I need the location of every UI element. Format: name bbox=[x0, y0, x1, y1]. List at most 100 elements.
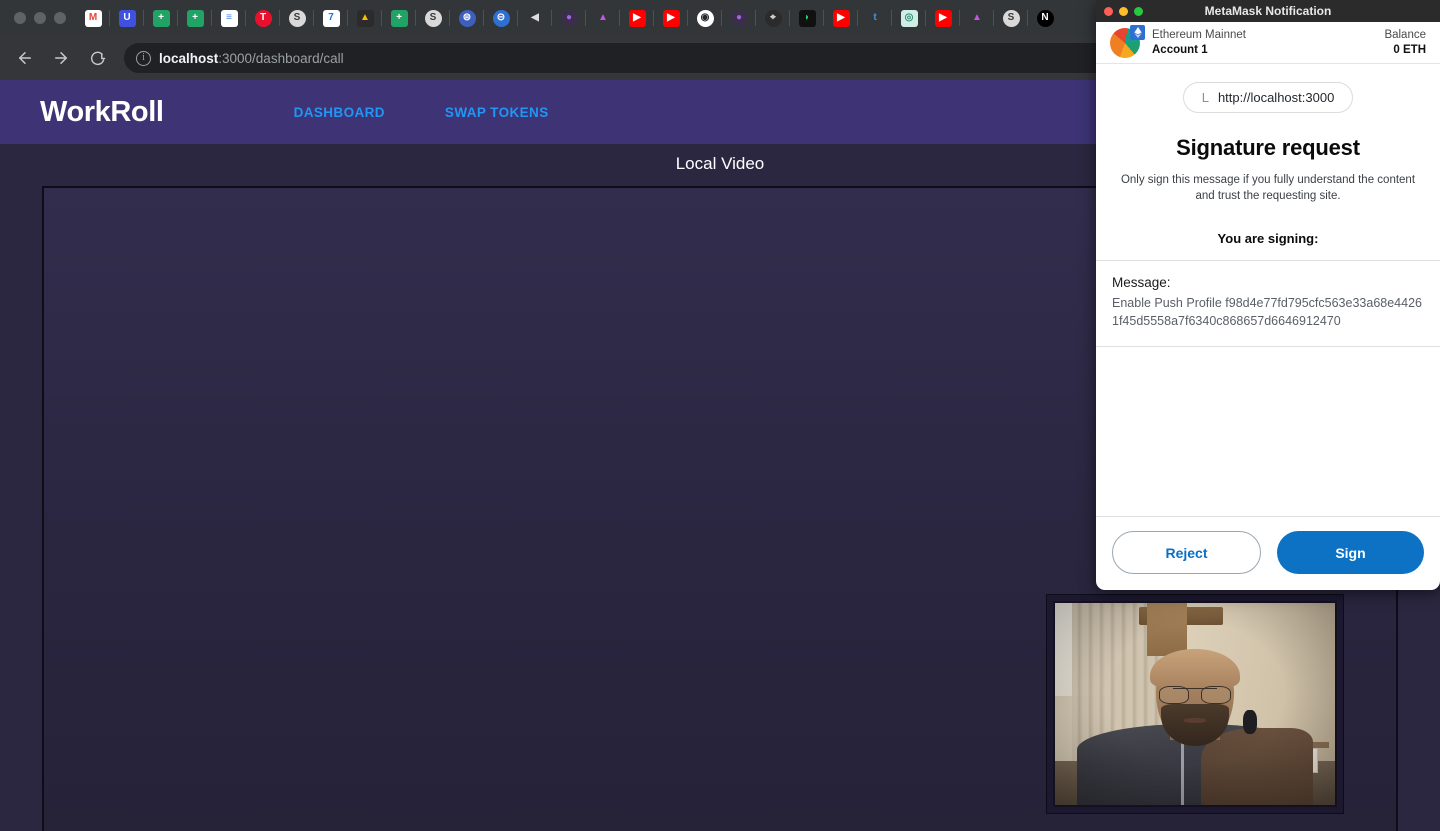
nav-link-swap-tokens[interactable]: SWAP TOKENS bbox=[445, 105, 549, 120]
pinned-tab-github[interactable]: ◉ bbox=[688, 3, 722, 33]
pinned-tab-purple-orb-2[interactable]: ● bbox=[722, 3, 756, 33]
requesting-site-pill: L http://localhost:3000 bbox=[1182, 82, 1354, 113]
bell-purple-icon: ▲ bbox=[594, 9, 612, 27]
reload-icon[interactable] bbox=[82, 43, 112, 73]
metamask-action-bar: Reject Sign bbox=[1096, 516, 1440, 590]
google-docs-icon: ≡ bbox=[220, 9, 238, 27]
pinned-tab-youtube-4[interactable]: ▶ bbox=[926, 3, 960, 33]
pinned-tab-google-sheets-3[interactable]: + bbox=[382, 3, 416, 33]
pinned-tab-purple-orb[interactable]: ● bbox=[552, 3, 586, 33]
metamask-balance-label: Balance bbox=[1384, 29, 1426, 42]
metamask-account-name[interactable]: Account 1 bbox=[1152, 43, 1246, 57]
speaker-icon: ◀ bbox=[526, 9, 544, 27]
pinned-tab-leaf-green[interactable]: ◗ bbox=[790, 3, 824, 33]
scene-vignette bbox=[1055, 603, 1335, 805]
you-are-signing-label: You are signing: bbox=[1217, 230, 1319, 246]
metamask-traffic-lights bbox=[1096, 6, 1143, 16]
browser-zoom-button[interactable] bbox=[54, 12, 66, 24]
pinned-tab-gmail[interactable]: M bbox=[76, 3, 110, 33]
pinned-tab-youtube-2[interactable]: ▶ bbox=[654, 3, 688, 33]
address-bar-host: localhost bbox=[159, 50, 219, 66]
pinned-tab-google-calendar[interactable]: 7 bbox=[314, 3, 348, 33]
local-video-thumbnail-container[interactable] bbox=[1046, 594, 1344, 814]
nav-link-dashboard[interactable]: DASHBOARD bbox=[294, 105, 385, 120]
google-drive-icon: ▲ bbox=[356, 9, 374, 27]
address-bar-path: :3000/dashboard/call bbox=[218, 50, 344, 66]
reject-button[interactable]: Reject bbox=[1112, 531, 1261, 574]
youtube-2-icon: ▶ bbox=[662, 9, 680, 27]
google-calendar-icon: 7 bbox=[322, 9, 340, 27]
github-icon: ◉ bbox=[696, 9, 714, 27]
site-info-icon[interactable]: i bbox=[136, 50, 151, 66]
gmail-icon: M bbox=[84, 9, 102, 27]
swirl-app-3-icon: S bbox=[1002, 9, 1020, 27]
pinned-tab-swirl-app-3[interactable]: S bbox=[994, 3, 1028, 33]
metamask-close-button[interactable] bbox=[1104, 6, 1113, 16]
pinned-tab-nextjs[interactable]: N bbox=[1028, 3, 1062, 33]
udemy-icon: U bbox=[118, 9, 136, 27]
signature-request-subtitle: Only sign this message if you fully unde… bbox=[1120, 174, 1416, 202]
pinned-tab-google-drive[interactable]: ▲ bbox=[348, 3, 382, 33]
leaf-green-icon: ◗ bbox=[798, 9, 816, 27]
metamask-network-name[interactable]: Ethereum Mainnet bbox=[1152, 28, 1246, 42]
pinned-tab-teal-app[interactable]: ◎ bbox=[892, 3, 926, 33]
bell-purple-2-icon: ▲ bbox=[968, 9, 986, 27]
pinned-tab-tup[interactable]: T bbox=[246, 3, 280, 33]
pinned-tab-swirl-app[interactable]: S bbox=[280, 3, 314, 33]
pinned-tab-google-sheets-2[interactable]: + bbox=[178, 3, 212, 33]
signature-message-block: Message: Enable Push Profile f98d4e77fd7… bbox=[1096, 261, 1440, 347]
back-icon[interactable] bbox=[10, 43, 40, 73]
metamask-account-info: Ethereum Mainnet Account 1 bbox=[1152, 28, 1246, 57]
browser-minimize-button[interactable] bbox=[34, 12, 46, 24]
ethereum-icon bbox=[1133, 26, 1142, 38]
purple-orb-icon: ● bbox=[560, 9, 578, 27]
tup-icon: T bbox=[254, 9, 272, 27]
pinned-tab-globe-blue[interactable]: ⊜ bbox=[450, 3, 484, 33]
pinned-tab-dark-circle[interactable]: ⌖ bbox=[756, 3, 790, 33]
metamask-balance: Balance 0 ETH bbox=[1384, 28, 1426, 57]
teal-app-icon: ◎ bbox=[900, 9, 918, 27]
browser-close-button[interactable] bbox=[14, 12, 26, 24]
requesting-site-url: http://localhost:3000 bbox=[1217, 90, 1335, 105]
browser-window: M U + + ≡ T S 7 ▲ + S ⊜ ⊝ ◀ ● ▲ ▶ ▶ ◉ ● ⌖ ◗ ▶ t ◎ ▶ ▲ S N i localhos… bbox=[0, 0, 1440, 831]
pinned-tab-youtube-3[interactable]: ▶ bbox=[824, 3, 858, 33]
swirl-app-icon: S bbox=[288, 9, 306, 27]
pinned-tab-google-docs[interactable]: ≡ bbox=[212, 3, 246, 33]
dark-circle-icon: ⌖ bbox=[764, 9, 782, 27]
google-sheets-3-icon: + bbox=[390, 9, 408, 27]
pinned-tab-speaker[interactable]: ◀ bbox=[518, 3, 552, 33]
purple-orb-2-icon: ● bbox=[730, 9, 748, 27]
local-video-feed[interactable] bbox=[1053, 601, 1337, 807]
app-nav: DASHBOARD SWAP TOKENS bbox=[294, 105, 549, 120]
webcam-scene bbox=[1055, 603, 1335, 805]
pinned-tab-google-sheets[interactable]: + bbox=[144, 3, 178, 33]
tumblr-icon: t bbox=[866, 9, 884, 27]
pinned-tab-bell-purple[interactable]: ▲ bbox=[586, 3, 620, 33]
pinned-tab-swirl-app-2[interactable]: S bbox=[416, 3, 450, 33]
pinned-tab-bell-purple-2[interactable]: ▲ bbox=[960, 3, 994, 33]
message-value: Enable Push Profile f98d4e77fd795cfc563e… bbox=[1112, 295, 1422, 328]
metamask-balance-value: 0 ETH bbox=[1393, 43, 1426, 56]
pinned-tab-globe-blue-2[interactable]: ⊝ bbox=[484, 3, 518, 33]
google-sheets-2-icon: + bbox=[186, 9, 204, 27]
youtube-icon: ▶ bbox=[628, 9, 646, 27]
metamask-minimize-button[interactable] bbox=[1119, 6, 1128, 16]
sign-button[interactable]: Sign bbox=[1277, 531, 1424, 574]
metamask-window-title: MetaMask Notification bbox=[1204, 4, 1332, 18]
forward-icon[interactable] bbox=[46, 43, 76, 73]
youtube-4-icon: ▶ bbox=[934, 9, 952, 27]
metamask-zoom-button[interactable] bbox=[1134, 6, 1143, 16]
metamask-notification-window: MetaMask Notification Ethereum Mainnet A… bbox=[1096, 0, 1440, 590]
metamask-titlebar: MetaMask Notification bbox=[1096, 0, 1440, 22]
pinned-tab-youtube[interactable]: ▶ bbox=[620, 3, 654, 33]
signature-request-heading: Signature request bbox=[1176, 135, 1360, 160]
pinned-tab-udemy[interactable]: U bbox=[110, 3, 144, 33]
site-favicon-icon: L bbox=[1201, 90, 1209, 105]
pinned-tab-tumblr[interactable]: t bbox=[858, 3, 892, 33]
globe-blue-icon: ⊜ bbox=[458, 9, 476, 27]
swirl-app-2-icon: S bbox=[424, 9, 442, 27]
metamask-body: L http://localhost:3000 Signature reques… bbox=[1096, 64, 1440, 590]
youtube-3-icon: ▶ bbox=[832, 9, 850, 27]
browser-traffic-lights bbox=[0, 12, 76, 24]
app-logo[interactable]: WorkRoll bbox=[40, 96, 164, 129]
